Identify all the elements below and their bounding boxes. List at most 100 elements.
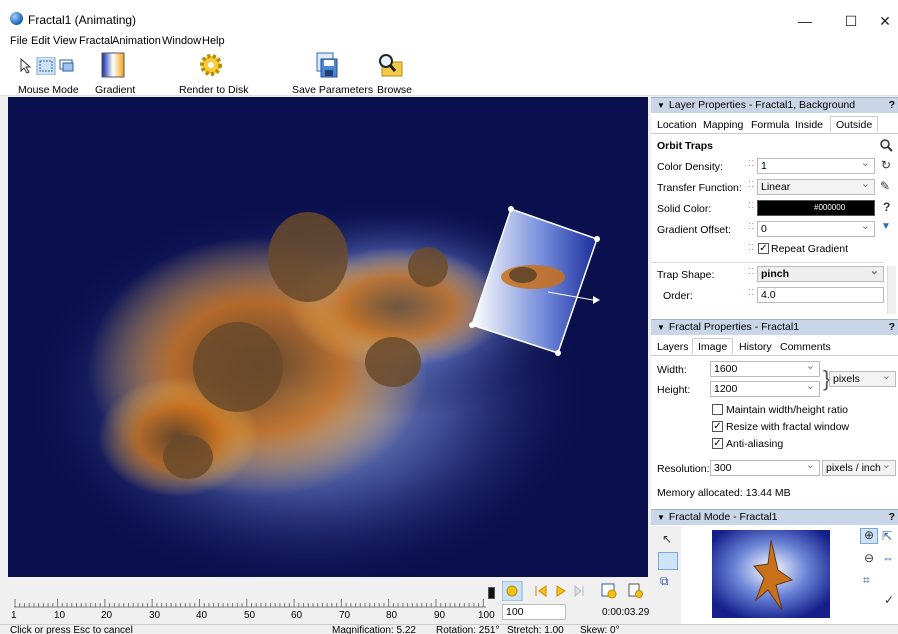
layer-properties-header[interactable]: ▼ Layer Properties - Fractal1, Background… <box>651 97 898 113</box>
browse-label[interactable]: Browse <box>377 84 412 96</box>
resize-with-window-label: Resize with fractal window <box>726 421 850 433</box>
tick-label-20: 20 <box>101 610 113 621</box>
tick-label-30: 30 <box>149 610 161 621</box>
anti-aliasing-checkbox[interactable]: ✓ <box>712 438 723 449</box>
gradient-icon[interactable] <box>101 52 125 78</box>
collapse-triangle-icon[interactable]: ▼ <box>657 323 665 332</box>
reset-icon[interactable]: ↻ <box>881 158 891 172</box>
menu-view[interactable]: View <box>53 35 77 47</box>
collapse-triangle-icon[interactable]: ▼ <box>657 513 665 522</box>
help-icon[interactable]: ? <box>883 200 890 214</box>
mouse-mode-label[interactable]: Mouse Mode <box>18 84 79 96</box>
timeline-playhead[interactable] <box>488 587 495 599</box>
status-hint: Click or press Esc to cancel <box>10 625 133 634</box>
layer-props-scrollbar[interactable] <box>887 266 896 314</box>
gear-icon[interactable] <box>198 52 224 78</box>
mouse-mode-icons[interactable] <box>18 57 78 75</box>
close-button[interactable]: ✕ <box>862 8 898 34</box>
help-icon[interactable]: ? <box>889 510 895 525</box>
tab-history[interactable]: History <box>734 339 777 355</box>
menu-animation[interactable]: Animation <box>112 35 161 47</box>
tab-formula[interactable]: Formula <box>746 117 795 133</box>
render-to-disk-label[interactable]: Render to Disk <box>179 84 248 96</box>
width-input[interactable]: 1600 <box>710 359 820 377</box>
transfer-function-select[interactable]: Linear <box>757 177 875 195</box>
repeat-gradient-checkbox[interactable]: ✓ <box>758 243 769 254</box>
tick-label-10: 10 <box>54 610 66 621</box>
fractal-canvas[interactable] <box>8 97 648 577</box>
trap-shape-select[interactable]: pinch <box>757 264 884 282</box>
size-units-select[interactable]: pixels <box>829 369 896 387</box>
solid-color-value: #000000 <box>814 203 846 212</box>
gradient-offset-input[interactable]: 0 <box>757 219 875 237</box>
pointer-icon[interactable]: ↖ <box>662 532 672 546</box>
menu-edit[interactable]: Edit <box>31 35 50 47</box>
resolution-label: Resolution: <box>657 463 710 475</box>
tick-label-60: 60 <box>291 610 303 621</box>
param-grip-icon[interactable]: ⁚⁚ <box>748 202 754 213</box>
color-density-input[interactable]: 1 <box>757 156 875 174</box>
fractal-mode-title: Fractal Mode - Fractal1 <box>668 511 778 523</box>
order-input[interactable]: 4.0 <box>757 287 884 303</box>
menu-help[interactable]: Help <box>202 35 225 47</box>
zoom-in-icon[interactable]: ⊕ <box>864 528 874 542</box>
resolution-input[interactable]: 300 <box>710 458 820 476</box>
expand-triangle-icon[interactable]: ▼ <box>881 221 891 232</box>
apply-check-icon[interactable]: ✓ <box>884 593 894 607</box>
param-grip-icon[interactable]: ⁚⁚ <box>748 181 754 192</box>
height-label: Height: <box>657 384 691 396</box>
window-tool-icon[interactable]: ⧉ <box>660 574 669 589</box>
menu-file[interactable]: File <box>10 35 28 47</box>
param-grip-icon[interactable]: ⁚⁚ <box>748 160 754 171</box>
playback-controls[interactable] <box>502 581 652 601</box>
repeat-gradient-label: Repeat Gradient <box>771 243 849 255</box>
fractal-properties-header[interactable]: ▼ Fractal Properties - Fractal1 ? <box>651 319 898 335</box>
resolution-units-select[interactable]: pixels / inch <box>822 458 896 476</box>
menu-fractal[interactable]: Fractal <box>79 35 113 47</box>
param-grip-icon[interactable]: ⁚⁚ <box>748 244 754 255</box>
save-parameters-icon[interactable] <box>313 52 339 78</box>
tick-label-80: 80 <box>386 610 398 621</box>
memory-allocated: Memory allocated: 13.44 MB <box>657 487 791 499</box>
collapse-triangle-icon[interactable]: ▼ <box>657 101 665 110</box>
save-parameters-label[interactable]: Save Parameters <box>292 84 373 96</box>
maintain-ratio-label: Maintain width/height ratio <box>726 404 848 416</box>
status-stretch: Stretch: 1.00 <box>507 625 564 634</box>
tab-layers[interactable]: Layers <box>652 339 694 355</box>
fit-window-icon[interactable]: ⇱ <box>882 529 892 543</box>
resize-with-window-checkbox[interactable]: ✓ <box>712 421 723 432</box>
zoom-out-icon[interactable]: ⊖ <box>864 551 874 565</box>
frame-input[interactable]: 100 <box>502 604 566 620</box>
param-grip-icon[interactable]: ⁚⁚ <box>748 289 754 300</box>
help-icon[interactable]: ? <box>889 320 895 335</box>
fractal-mode-header[interactable]: ▼ Fractal Mode - Fractal1 ? <box>651 509 898 525</box>
help-icon[interactable]: ? <box>889 98 895 113</box>
maintain-ratio-checkbox[interactable] <box>712 404 723 415</box>
param-grip-icon[interactable]: ⁚⁚ <box>748 268 754 279</box>
tab-outside[interactable]: Outside <box>830 116 879 132</box>
app-globe-icon <box>10 12 23 25</box>
menu-window[interactable]: Window <box>162 35 201 47</box>
tab-location[interactable]: Location <box>652 117 702 133</box>
height-input[interactable]: 1200 <box>710 379 820 397</box>
browse-icon[interactable] <box>376 52 404 78</box>
status-magnification: Magnification: 5.22 <box>332 625 416 634</box>
fractal-image[interactable] <box>8 97 648 577</box>
param-grip-icon[interactable]: ⁚⁚ <box>748 223 754 234</box>
edit-icon[interactable]: ✎ <box>880 179 890 193</box>
tab-image[interactable]: Image <box>692 338 734 354</box>
section-divider <box>651 262 884 263</box>
select-tool-icon[interactable] <box>658 552 678 570</box>
animation-timeline[interactable]: 1 10 20 30 40 50 60 70 80 90 100 100 0:0… <box>8 577 649 623</box>
browse-formula-icon[interactable] <box>879 138 893 152</box>
tab-mapping[interactable]: Mapping <box>698 117 748 133</box>
minimize-button[interactable]: — <box>782 8 828 34</box>
gradient-label[interactable]: Gradient <box>95 84 135 96</box>
crop-icon[interactable]: ⌗ <box>863 573 870 588</box>
tab-inside[interactable]: Inside <box>790 117 828 133</box>
solid-color-label: Solid Color: <box>657 203 712 215</box>
actual-size-icon[interactable]: ⇔ <box>882 551 894 565</box>
orbit-traps-heading: Orbit Traps <box>657 140 714 152</box>
tab-comments[interactable]: Comments <box>775 339 836 355</box>
fractal-preview[interactable] <box>712 530 830 618</box>
